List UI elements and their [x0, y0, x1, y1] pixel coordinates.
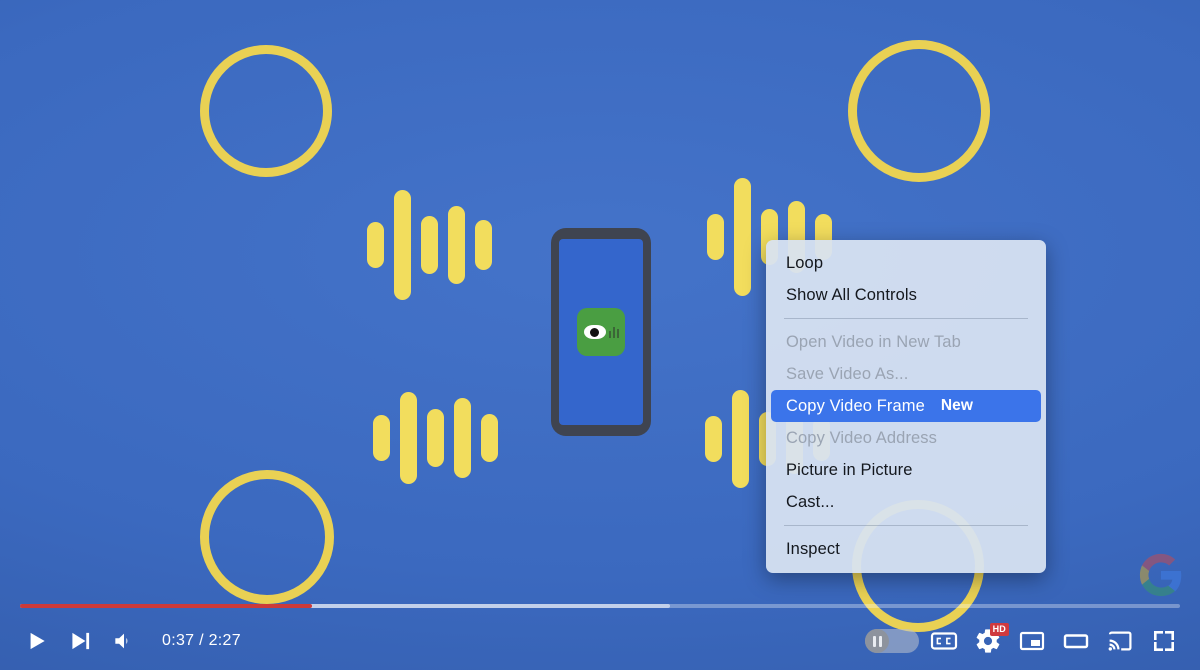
miniplayer-icon: [1019, 631, 1045, 651]
waveform-bar: [481, 414, 498, 462]
closed-captions-icon: [930, 632, 958, 650]
progress-bar[interactable]: [0, 604, 1200, 608]
video-player[interactable]: Loop Show All Controls Open Video in New T…: [0, 0, 1200, 670]
menu-separator-1: [784, 318, 1028, 319]
waveform-bar: [732, 390, 749, 488]
next-track-icon: [72, 632, 90, 650]
google-g-logo: [1139, 553, 1182, 597]
control-bar[interactable]: 0:37 / 2:27 HD: [0, 612, 1200, 670]
waveform-bar: [400, 392, 417, 484]
menu-item-inspect[interactable]: Inspect: [766, 533, 1046, 565]
miniplayer-button[interactable]: [1010, 619, 1054, 663]
menu-item-label: Show All Controls: [786, 285, 918, 304]
phone-screen: [559, 239, 643, 425]
menu-item-label: Picture in Picture: [786, 460, 913, 479]
waveform-bottom-left: [368, 392, 503, 484]
autoplay-toggle-icon: [865, 629, 919, 653]
eye-pupil: [590, 327, 599, 337]
subtitles-button[interactable]: [922, 619, 966, 663]
menu-item-new-badge: New: [940, 397, 974, 414]
settings-button[interactable]: HD: [966, 619, 1010, 663]
theater-mode-icon: [1063, 634, 1089, 649]
menu-item-label: Cast...: [786, 492, 835, 511]
theater-mode-button[interactable]: [1054, 619, 1098, 663]
waveform-bar: [705, 416, 722, 462]
menu-item-label: Loop: [786, 253, 824, 272]
menu-item-open-video-new-tab: Open Video in New Tab: [766, 326, 1046, 358]
waveform-bar: [734, 178, 751, 296]
menu-item-label: Copy Video Frame: [786, 396, 925, 415]
next-button[interactable]: [58, 619, 102, 663]
menu-item-label: Inspect: [786, 539, 840, 558]
menu-item-cast[interactable]: Cast...: [766, 486, 1046, 518]
menu-item-label: Copy Video Address: [786, 428, 938, 447]
play-icon: [30, 632, 45, 650]
progress-played: [20, 604, 313, 608]
ring-top-right: [848, 40, 990, 182]
menu-item-copy-video-address: Copy Video Address: [766, 422, 1046, 454]
phone-illustration: [551, 228, 651, 436]
waveform-bar: [421, 216, 438, 274]
waveform-bar: [475, 220, 492, 270]
autoplay-toggle-knob: [865, 629, 889, 653]
menu-item-label: Open Video in New Tab: [786, 332, 961, 351]
volume-icon: [115, 633, 128, 649]
menu-item-label: Save Video As...: [786, 364, 909, 383]
hd-badge: HD: [989, 623, 1009, 636]
context-menu[interactable]: Loop Show All Controls Open Video in New T…: [766, 240, 1046, 573]
waveform-bar: [373, 415, 390, 461]
waveform-bar: [367, 222, 384, 268]
waveform-bar: [707, 214, 724, 260]
fullscreen-button[interactable]: [1142, 619, 1186, 663]
menu-item-copy-video-frame[interactable]: Copy Video Frame New: [771, 390, 1041, 422]
cast-icon: [1108, 631, 1132, 651]
time-display: 0:37 / 2:27: [162, 632, 241, 649]
cast-button[interactable]: [1098, 619, 1142, 663]
app-tile: [577, 308, 625, 356]
play-button[interactable]: [14, 619, 58, 663]
menu-item-picture-in-picture[interactable]: Picture in Picture: [766, 454, 1046, 486]
ring-top-left: [200, 45, 332, 177]
waveform-bar: [427, 409, 444, 467]
volume-button[interactable]: [102, 619, 146, 663]
fullscreen-icon: [1154, 631, 1174, 651]
menu-item-loop[interactable]: Loop: [766, 247, 1046, 279]
menu-separator-2: [784, 525, 1028, 526]
ring-bottom-left: [200, 470, 334, 604]
progress-track[interactable]: [20, 604, 1180, 608]
waveform-bar: [448, 206, 465, 284]
menu-item-save-video-as: Save Video As...: [766, 358, 1046, 390]
menu-item-show-all-controls[interactable]: Show All Controls: [766, 279, 1046, 311]
waveform-top-left: [362, 190, 497, 300]
tile-bars-icon: [608, 326, 619, 338]
eye-icon: [583, 325, 606, 339]
autoplay-toggle[interactable]: [862, 619, 922, 663]
waveform-bar: [394, 190, 411, 300]
waveform-bar: [454, 398, 471, 478]
